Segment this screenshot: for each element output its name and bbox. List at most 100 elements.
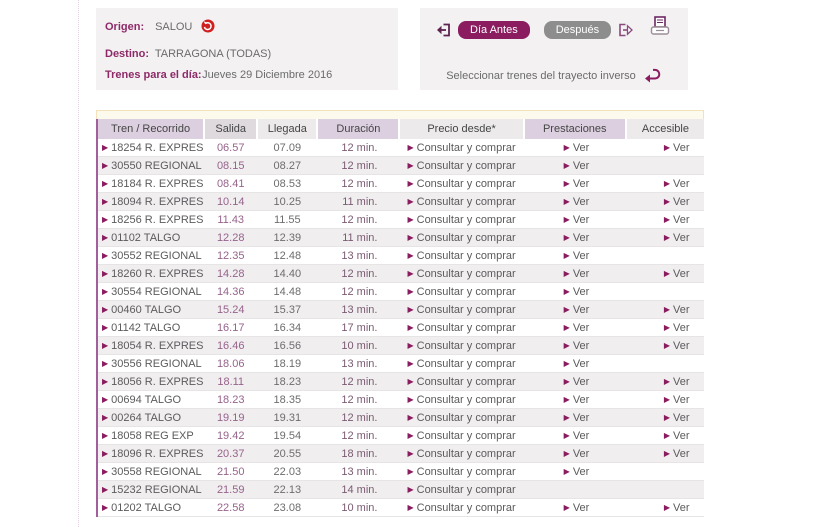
accesible-ver-link[interactable]: ▶Ver	[664, 394, 690, 406]
prestaciones-ver-link[interactable]: ▶Ver	[564, 412, 590, 424]
origin-refresh-icon[interactable]	[201, 19, 215, 36]
prestaciones-ver-link[interactable]: ▶Ver	[564, 340, 590, 352]
prestaciones-ver-link[interactable]: ▶Ver	[564, 178, 590, 190]
consultar-comprar-link[interactable]: ▶Consultar y comprar	[407, 466, 515, 478]
accesible-ver-link[interactable]: ▶Ver	[664, 214, 690, 226]
accesible-ver-link[interactable]: ▶Ver	[664, 304, 690, 316]
train-link[interactable]: 18058 REG EXP	[111, 430, 194, 442]
accesible-cell: ▶Ver	[626, 211, 704, 229]
train-link[interactable]: 18254 R. EXPRES	[111, 142, 203, 154]
accesible-ver-link[interactable]: ▶Ver	[664, 178, 690, 190]
bullet-arrow-icon: ▶	[407, 503, 413, 512]
train-link[interactable]: 00264 TALGO	[111, 412, 181, 424]
accesible-ver-link[interactable]: ▶Ver	[664, 142, 690, 154]
consultar-comprar-link[interactable]: ▶Consultar y comprar	[407, 430, 515, 442]
prestaciones-ver-link[interactable]: ▶Ver	[564, 502, 590, 514]
accesible-ver-link[interactable]: ▶Ver	[664, 376, 690, 388]
bullet-arrow-icon: ▶	[564, 413, 570, 422]
prestaciones-ver-link[interactable]: ▶Ver	[564, 160, 590, 172]
prestaciones-ver-link[interactable]: ▶Ver	[564, 232, 590, 244]
consultar-comprar-link[interactable]: ▶Consultar y comprar	[407, 250, 515, 262]
prestaciones-ver-link[interactable]: ▶Ver	[564, 196, 590, 208]
prestaciones-ver-link[interactable]: ▶Ver	[564, 376, 590, 388]
day-after-button[interactable]: Después	[544, 21, 611, 39]
train-link[interactable]: 18256 R. EXPRES	[111, 214, 203, 226]
consultar-comprar-link[interactable]: ▶Consultar y comprar	[407, 142, 515, 154]
consultar-comprar-link[interactable]: ▶Consultar y comprar	[407, 358, 515, 370]
train-link[interactable]: 30556 REGIONAL	[111, 358, 202, 370]
consultar-comprar-link[interactable]: ▶Consultar y comprar	[407, 304, 515, 316]
train-link[interactable]: 30554 REGIONAL	[111, 286, 202, 298]
consultar-comprar-link[interactable]: ▶Consultar y comprar	[407, 376, 515, 388]
consultar-comprar-link[interactable]: ▶Consultar y comprar	[407, 160, 515, 172]
train-link[interactable]: 30558 REGIONAL	[111, 466, 202, 478]
consultar-comprar-link[interactable]: ▶Consultar y comprar	[407, 214, 515, 226]
prestaciones-ver-link[interactable]: ▶Ver	[564, 322, 590, 334]
prestaciones-ver-link[interactable]: ▶Ver	[564, 214, 590, 226]
consultar-comprar-link[interactable]: ▶Consultar y comprar	[407, 394, 515, 406]
day-before-button[interactable]: Día Antes	[458, 21, 530, 39]
llegada-cell: 14.40	[257, 265, 317, 283]
prestaciones-ver-link[interactable]: ▶Ver	[564, 250, 590, 262]
bullet-arrow-icon: ▶	[102, 341, 108, 350]
duracion-cell: 12 min.	[317, 409, 399, 427]
accesible-ver-link[interactable]: ▶Ver	[664, 430, 690, 442]
exit-right-icon[interactable]	[617, 22, 635, 38]
prestaciones-ver-link[interactable]: ▶Ver	[564, 358, 590, 370]
bullet-arrow-icon: ▶	[407, 233, 413, 242]
consultar-comprar-link[interactable]: ▶Consultar y comprar	[407, 232, 515, 244]
bullet-arrow-icon: ▶	[407, 413, 413, 422]
prestaciones-ver-link[interactable]: ▶Ver	[564, 304, 590, 316]
train-link[interactable]: 01102 TALGO	[111, 232, 180, 244]
consultar-comprar-link[interactable]: ▶Consultar y comprar	[407, 322, 515, 334]
train-link[interactable]: 15232 REGIONAL	[111, 484, 202, 496]
consultar-comprar-link[interactable]: ▶Consultar y comprar	[407, 340, 515, 352]
consultar-comprar-link[interactable]: ▶Consultar y comprar	[407, 448, 515, 460]
train-link[interactable]: 00694 TALGO	[111, 394, 181, 406]
train-cell: ▶18260 R. EXPRES	[97, 265, 204, 283]
train-link[interactable]: 18056 R. EXPRES	[111, 376, 203, 388]
train-row: ▶30550 REGIONAL 08.15 08.27 12 min. ▶Con…	[97, 157, 704, 175]
consultar-comprar-link[interactable]: ▶Consultar y comprar	[407, 502, 515, 514]
accesible-ver-link[interactable]: ▶Ver	[664, 340, 690, 352]
print-icon[interactable]	[648, 15, 672, 46]
accesible-ver-link[interactable]: ▶Ver	[664, 196, 690, 208]
prestaciones-ver-link[interactable]: ▶Ver	[564, 142, 590, 154]
train-link[interactable]: 30550 REGIONAL	[111, 160, 202, 172]
consultar-comprar-link[interactable]: ▶Consultar y comprar	[407, 484, 515, 496]
prestaciones-ver-link[interactable]: ▶Ver	[564, 448, 590, 460]
consultar-comprar-link[interactable]: ▶Consultar y comprar	[407, 196, 515, 208]
bullet-arrow-icon: ▶	[102, 485, 108, 494]
prestaciones-ver-link[interactable]: ▶Ver	[564, 286, 590, 298]
inverse-route-link[interactable]: Seleccionar trenes del trayecto inverso	[420, 66, 688, 83]
train-link[interactable]: 18184 R. EXPRES	[111, 178, 203, 190]
train-link[interactable]: 18096 R. EXPRES	[111, 448, 203, 460]
salida-cell: 21.59	[204, 481, 257, 499]
train-link[interactable]: 01142 TALGO	[111, 322, 180, 334]
train-link[interactable]: 01202 TALGO	[111, 502, 181, 514]
train-link[interactable]: 30552 REGIONAL	[111, 250, 202, 262]
consultar-comprar-link[interactable]: ▶Consultar y comprar	[407, 268, 515, 280]
train-link[interactable]: 18054 R. EXPRES	[111, 340, 203, 352]
accesible-ver-link[interactable]: ▶Ver	[664, 412, 690, 424]
consultar-comprar-link[interactable]: ▶Consultar y comprar	[407, 412, 515, 424]
prestaciones-ver-link[interactable]: ▶Ver	[564, 466, 590, 478]
train-link[interactable]: 00460 TALGO	[111, 304, 181, 316]
prestaciones-ver-link[interactable]: ▶Ver	[564, 394, 590, 406]
train-link[interactable]: 18094 R. EXPRES	[111, 196, 203, 208]
consultar-comprar-link[interactable]: ▶Consultar y comprar	[407, 178, 515, 190]
accesible-ver-link[interactable]: ▶Ver	[664, 322, 690, 334]
exit-left-icon[interactable]	[434, 22, 452, 38]
train-link[interactable]: 18260 R. EXPRES	[111, 268, 203, 280]
accesible-ver-link[interactable]: ▶Ver	[664, 502, 690, 514]
bullet-arrow-icon: ▶	[664, 269, 670, 278]
bullet-arrow-icon: ▶	[407, 305, 413, 314]
accesible-ver-link[interactable]: ▶Ver	[664, 448, 690, 460]
consultar-comprar-link[interactable]: ▶Consultar y comprar	[407, 286, 515, 298]
accesible-ver-link[interactable]: ▶Ver	[664, 232, 690, 244]
accesible-ver-link[interactable]: ▶Ver	[664, 268, 690, 280]
prestaciones-cell: ▶Ver	[524, 301, 626, 319]
prestaciones-ver-link[interactable]: ▶Ver	[564, 430, 590, 442]
table-top-strip	[96, 110, 704, 119]
prestaciones-ver-link[interactable]: ▶Ver	[564, 268, 590, 280]
